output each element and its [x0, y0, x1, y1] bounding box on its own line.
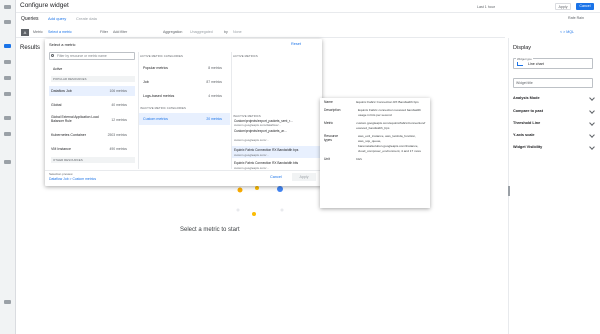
- logs-icon[interactable]: [4, 92, 11, 96]
- active-metrics-header: ACTIVE METRICS: [233, 54, 258, 58]
- metric-item[interactable]: Equinix Fabric Connection RX Bandwidth b…: [234, 161, 320, 165]
- detail-desc-value: Equinix Fabric connection received bandw…: [358, 108, 421, 117]
- widget-type-label: Widget type: [516, 57, 533, 61]
- filter-input[interactable]: Add filter: [113, 29, 127, 36]
- mql-toggle[interactable]: < > MQL: [560, 29, 574, 36]
- widget-visibility-row[interactable]: Widget Visibility: [513, 145, 542, 149]
- category-count: 20 metrics: [206, 117, 222, 121]
- selection-preview-value: Dataflow Job > Custom metrics: [49, 177, 97, 181]
- query-letter-badge: A: [21, 29, 29, 36]
- time-range-select[interactable]: Last 1 hour: [477, 5, 495, 9]
- resource-count: 490 metrics: [109, 147, 127, 151]
- metric-item-selected[interactable]: Equinix Fabric Connection RX Bandwidth b…: [234, 148, 320, 152]
- detail-metric-key: Metric: [324, 121, 333, 125]
- resource-item[interactable]: Dataflow Job: [51, 89, 72, 93]
- resource-count: 12 metrics: [111, 118, 127, 122]
- widget-type-value: Line chart: [528, 62, 544, 66]
- uptime-icon[interactable]: [4, 132, 11, 136]
- dashboard-icon[interactable]: [4, 60, 11, 64]
- metric-label: Metric: [33, 30, 43, 34]
- services-icon[interactable]: [4, 160, 11, 164]
- line-chart-icon: [517, 62, 523, 66]
- metric-detail-popover: Name Equinix Fabric Connection RX Bandwid…: [320, 98, 430, 208]
- top-bar: [16, 0, 600, 13]
- metric-select[interactable]: Select a metric: [48, 29, 72, 36]
- inactive-metrics-header: INACTIVE METRICS: [233, 114, 261, 118]
- detail-unit-key: Unit: [324, 157, 330, 161]
- aggregation-label: Aggregation: [163, 30, 183, 34]
- apply-button-disabled[interactable]: Apply: [292, 173, 316, 181]
- metric-item[interactable]: Custom/projects/export_packets_ar...: [234, 129, 320, 133]
- user-label: Rafe Rain: [568, 16, 584, 20]
- category-item[interactable]: Job: [143, 80, 149, 84]
- inactive-categories-header: INACTIVE METRIC CATEGORIES: [140, 106, 186, 110]
- category-count: 87 metrics: [206, 80, 222, 84]
- detail-labels-value: aws_ec2_instance, aws_lambda_function, a…: [358, 134, 422, 153]
- results-label: Results: [20, 45, 41, 51]
- metric-item-sub: custom.googleapis.com/...: [234, 153, 269, 157]
- add-query-button[interactable]: Add query: [48, 16, 66, 21]
- detail-name-key: Name: [324, 100, 333, 104]
- resource-item[interactable]: VM Instance: [51, 147, 71, 151]
- widget-title-label: Widget title: [516, 81, 533, 85]
- metric-item-sub: custom.googleapis.com/...: [234, 138, 269, 142]
- cancel-button[interactable]: Cancel: [270, 175, 282, 179]
- detail-metric-value: custom.googleapis.com/equinix/fabric/con…: [356, 121, 426, 130]
- menu-icon[interactable]: [4, 5, 11, 9]
- reset-button[interactable]: Reset: [291, 42, 301, 46]
- resize-handle[interactable]: [508, 186, 510, 196]
- resource-item[interactable]: Kubernetes Container: [51, 133, 86, 137]
- active-categories-header: ACTIVE METRIC CATEGORIES: [140, 54, 183, 58]
- query-row: [16, 27, 505, 38]
- create-data-button[interactable]: Create data: [76, 16, 97, 21]
- monitoring-icon[interactable]: [4, 44, 11, 48]
- detail-labels-key: Resource types: [324, 134, 339, 142]
- threshold-line-row[interactable]: Threshold Line: [513, 121, 540, 125]
- active-filter-chip[interactable]: Active: [53, 67, 62, 71]
- metric-item-sub: custom.googleapis.com/dataflow/...: [234, 123, 282, 127]
- search-icon: [51, 54, 54, 57]
- home-icon[interactable]: [4, 20, 11, 24]
- divider: [45, 170, 322, 171]
- resource-count: 2503 metrics: [107, 133, 127, 137]
- y-axis-scale-row[interactable]: Y-axis scale: [513, 133, 535, 137]
- category-count: 4 metrics: [208, 94, 222, 98]
- by-label: by: [224, 30, 228, 34]
- queries-title: Queries: [21, 16, 39, 22]
- page-title: Configure widget: [20, 2, 69, 9]
- category-item-selected[interactable]: Custom metrics: [143, 117, 168, 121]
- empty-chart-illustration: [236, 186, 284, 216]
- nav-rail: [0, 0, 16, 334]
- metric-picker-title: Select a metric: [49, 42, 76, 47]
- analysis-mode-row[interactable]: Analysis Mode: [513, 96, 540, 100]
- cancel-top-button[interactable]: Cancel: [576, 3, 594, 10]
- settings-icon[interactable]: [4, 300, 11, 304]
- resource-item[interactable]: Global: [51, 103, 61, 107]
- metrics-icon[interactable]: [4, 76, 11, 80]
- category-count: 8 metrics: [208, 66, 222, 70]
- detail-unit-value: bit/s: [356, 157, 362, 161]
- alerts-icon[interactable]: [4, 116, 11, 120]
- filter-label: Filter: [100, 30, 108, 34]
- resource-count: 40 metrics: [111, 103, 127, 107]
- category-item[interactable]: Logs-based metrics: [143, 94, 174, 98]
- resource-count: 106 metrics: [109, 89, 127, 93]
- other-resources-header: OTHER RESOURCES: [51, 157, 135, 163]
- detail-name-value: Equinix Fabric Connection RX Bandwidth b…: [356, 100, 419, 104]
- selection-preview-label: Selection preview: [49, 172, 73, 176]
- group-by-select[interactable]: None: [233, 29, 242, 36]
- apply-button[interactable]: Apply: [555, 3, 571, 10]
- empty-state-message: Select a metric to start: [180, 227, 240, 233]
- display-title: Display: [513, 45, 532, 51]
- detail-desc-key: Description: [324, 108, 341, 112]
- compare-to-past-row[interactable]: Compare to past: [513, 109, 543, 113]
- metric-search-placeholder: Filter by resource or metric name: [57, 54, 107, 58]
- category-item[interactable]: Popular metrics: [143, 66, 168, 70]
- popular-resources-header: POPULAR RESOURCES: [51, 76, 135, 82]
- aggregation-select[interactable]: Unaggregated: [190, 29, 213, 36]
